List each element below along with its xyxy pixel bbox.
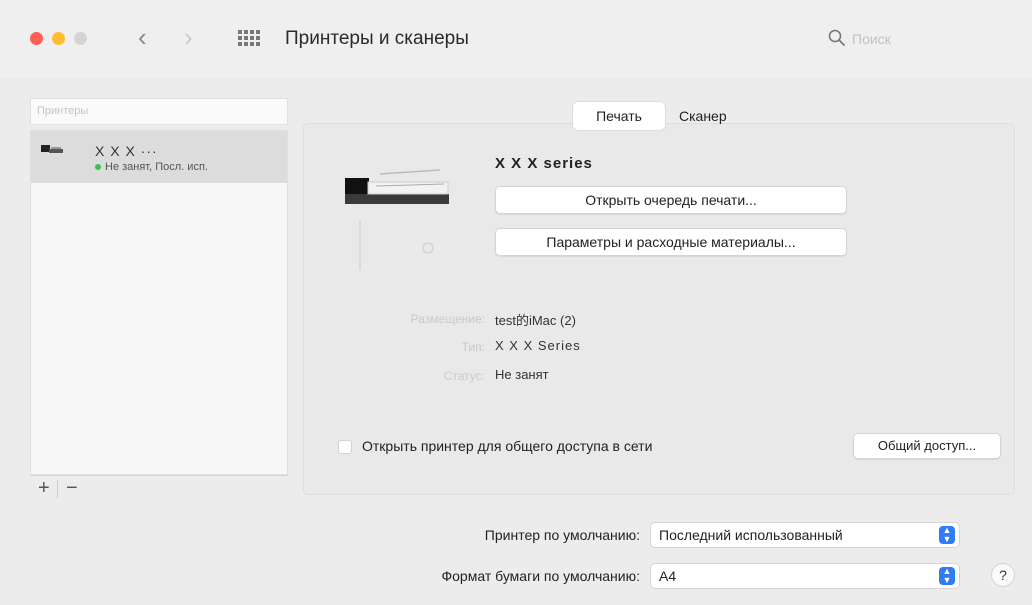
default-printer-select[interactable]: Последний использованный ▲ ▼ — [650, 522, 960, 548]
printer-list: X X X ··· Не занят, Посл. исп. — [30, 130, 288, 475]
back-icon[interactable]: ‹ — [138, 22, 147, 52]
printer-icon — [41, 145, 63, 153]
location-label: Размещение: — [410, 312, 485, 326]
open-print-queue-button[interactable]: Открыть очередь печати... — [495, 186, 847, 214]
title-bar: ‹ › Принтеры и сканеры Поиск — [0, 0, 1032, 78]
printers-scanners-window: ‹ › Принтеры и сканеры Поиск Принтеры X … — [0, 0, 1032, 605]
default-paper-label: Формат бумаги по умолчанию: — [441, 568, 641, 584]
chevron-updown-icon: ▲ ▼ — [939, 567, 955, 585]
default-paper-value: A4 — [659, 568, 677, 584]
help-button[interactable]: ? — [991, 563, 1015, 587]
status-label: Статус: — [443, 369, 485, 383]
printer-image — [345, 169, 449, 270]
printer-list-item[interactable]: X X X ··· Не занят, Посл. исп. — [31, 131, 287, 183]
remove-printer-button[interactable]: − — [66, 478, 78, 498]
window-title: Принтеры и сканеры — [285, 28, 469, 49]
printer-list-item-status-text: Не занят, Посл. исп. — [105, 161, 208, 173]
show-all-grid-icon[interactable] — [238, 30, 260, 46]
default-printer-value: Последний использованный — [659, 527, 843, 543]
add-printer-button[interactable]: + — [38, 478, 50, 498]
printer-list-toolbar: + − — [30, 475, 288, 502]
status-dot-icon — [95, 164, 101, 171]
minimize-window-button[interactable] — [52, 32, 65, 45]
share-printer-checkbox[interactable] — [338, 440, 352, 454]
sharing-preferences-button[interactable]: Общий доступ... — [853, 433, 1001, 459]
share-printer-label[interactable]: Открыть принтер для общего доступа в сет… — [362, 438, 652, 454]
default-printer-label: Принтер по умолчанию: — [484, 527, 640, 543]
zoom-window-button[interactable] — [74, 32, 87, 45]
tab-print[interactable]: Печать — [573, 102, 665, 130]
kind-value: X X X Series — [495, 338, 581, 353]
toolbar-divider — [57, 480, 58, 498]
printer-list-search[interactable]: Принтеры — [30, 98, 288, 125]
printer-list-search-placeholder: Принтеры — [37, 105, 89, 117]
options-supplies-button[interactable]: Параметры и расходные материалы... — [495, 228, 847, 256]
printer-list-item-name: X X X ··· — [95, 143, 158, 159]
search-icon[interactable] — [828, 29, 846, 47]
default-paper-select[interactable]: A4 ▲ ▼ — [650, 563, 960, 589]
location-value: test的iMac (2) — [495, 313, 576, 328]
search-input[interactable]: Поиск — [852, 31, 891, 47]
kind-label: Тип: — [461, 340, 485, 354]
printer-name: X X X series — [495, 155, 593, 172]
printer-list-item-status: Не занят, Посл. исп. — [95, 161, 208, 173]
close-window-button[interactable] — [30, 32, 43, 45]
tab-scan[interactable]: Сканер — [669, 102, 753, 130]
status-value: Не занят — [495, 367, 549, 382]
chevron-updown-icon: ▲ ▼ — [939, 526, 955, 544]
forward-icon[interactable]: › — [184, 22, 193, 52]
